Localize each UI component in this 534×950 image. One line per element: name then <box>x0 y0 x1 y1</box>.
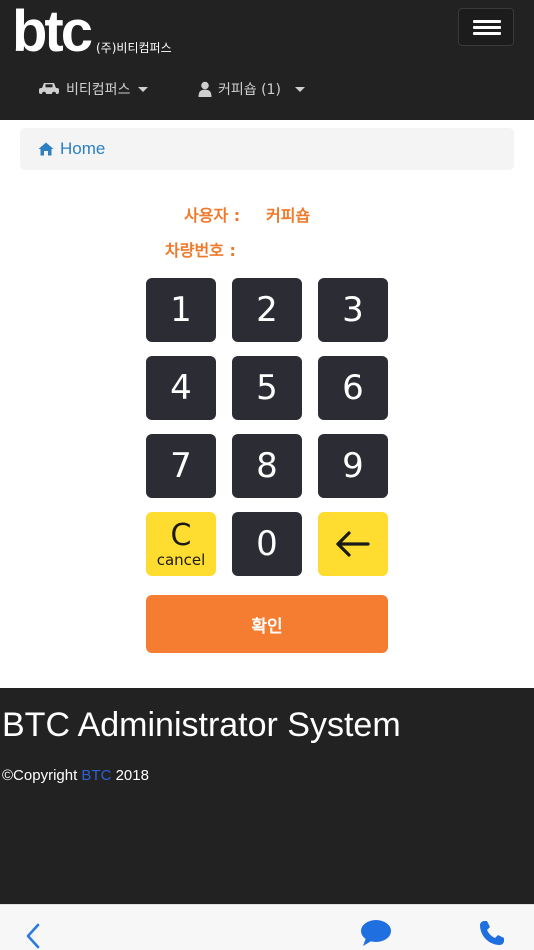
nav-item-user[interactable]: 커피숍 (1) <box>198 78 305 100</box>
user-value: 커피숍 <box>266 206 311 225</box>
copyright-link[interactable]: BTC <box>81 767 111 784</box>
user-icon <box>198 81 212 97</box>
footer-copyright: ©Copyright BTC 2018 <box>2 767 149 784</box>
company-name: (주)비티컴퍼스 <box>96 41 172 55</box>
back-chevron-icon[interactable] <box>25 923 41 949</box>
key-2[interactable]: 2 <box>232 278 302 342</box>
key-5[interactable]: 5 <box>232 356 302 420</box>
key-3[interactable]: 3 <box>318 278 388 342</box>
key-0[interactable]: 0 <box>232 512 302 576</box>
nav-item-company[interactable]: 비티컴퍼스 <box>38 78 149 100</box>
copyright-prefix: ©Copyright <box>2 767 78 784</box>
key-6[interactable]: 6 <box>318 356 388 420</box>
car-icon <box>39 83 59 97</box>
footer-title: BTC Administrator System <box>2 706 401 744</box>
backspace-button[interactable] <box>318 512 388 576</box>
caret-down-icon <box>294 86 305 92</box>
key-4[interactable]: 4 <box>146 356 216 420</box>
cancel-button[interactable]: C cancel <box>146 512 216 576</box>
top-navbar: btc (주)비티컴퍼스 비티컴퍼스 커피숍 (1) <box>0 0 534 120</box>
caret-down-icon <box>138 86 149 92</box>
key-1[interactable]: 1 <box>146 278 216 342</box>
arrow-left-icon <box>336 531 370 557</box>
cancel-button-label: cancel <box>156 550 206 569</box>
hamburger-icon <box>473 20 501 23</box>
key-7[interactable]: 7 <box>146 434 216 498</box>
vehicle-number-label: 차량번호 : <box>165 241 236 260</box>
nav-item-company-label: 비티컴퍼스 <box>66 82 131 98</box>
hamburger-icon-line <box>473 32 501 35</box>
bottom-action-bar <box>0 904 534 950</box>
menu-toggle-button[interactable] <box>458 8 514 46</box>
cancel-button-letter: C <box>170 517 192 553</box>
key-8[interactable]: 8 <box>232 434 302 498</box>
brand[interactable]: btc (주)비티컴퍼스 <box>12 0 172 64</box>
phone-icon[interactable] <box>478 919 506 947</box>
chat-icon[interactable] <box>360 919 392 947</box>
breadcrumb: Home <box>20 128 514 170</box>
confirm-button[interactable]: 확인 <box>146 595 388 653</box>
hamburger-icon-line <box>473 26 501 29</box>
nav-item-user-label: 커피숍 (1) <box>218 82 281 98</box>
home-icon <box>38 142 54 156</box>
key-9[interactable]: 9 <box>318 434 388 498</box>
user-label: 사용자 : <box>184 206 241 225</box>
footer: BTC Administrator System ©Copyright BTC … <box>0 688 534 904</box>
brand-logo: btc <box>12 0 93 64</box>
copyright-year: 2018 <box>115 767 149 784</box>
breadcrumb-home-link[interactable]: Home <box>60 139 105 159</box>
